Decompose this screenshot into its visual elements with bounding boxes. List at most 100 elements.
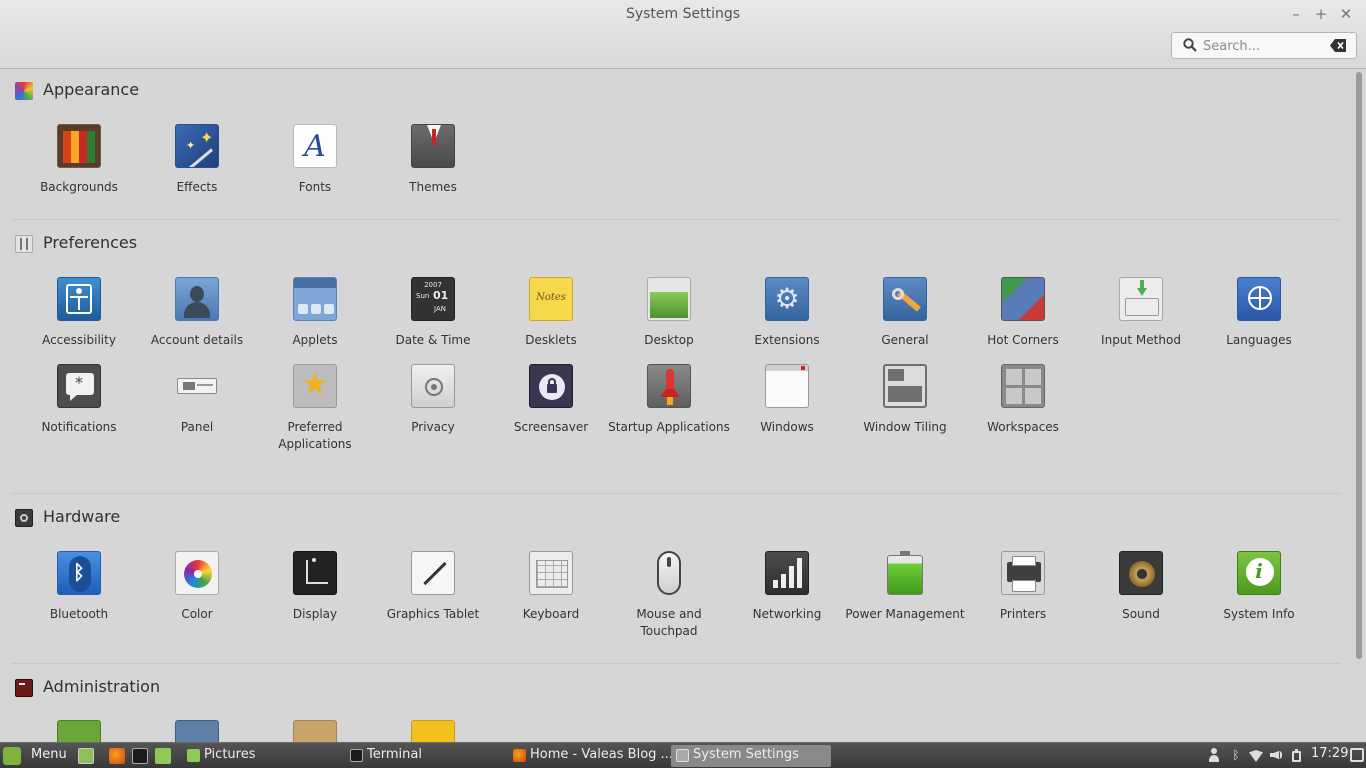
show-desktop-icon[interactable]	[78, 748, 94, 764]
settings-item-label: Windows	[760, 420, 814, 434]
window-tiling-icon	[883, 364, 927, 408]
driver-manager-icon	[57, 720, 101, 742]
settings-item-label: Input Method	[1101, 333, 1181, 347]
windows-icon	[765, 364, 809, 408]
general-icon	[883, 277, 927, 321]
section-divider	[11, 663, 1341, 664]
settings-item-label: Color	[181, 607, 213, 621]
title-bar[interactable]: System Settings – + ✕	[0, 0, 1366, 69]
search-input[interactable]	[1203, 37, 1323, 55]
bluetooth-icon: ᛒ	[57, 551, 101, 595]
task-firefox[interactable]: Home - Valeas Blog ...	[508, 745, 673, 767]
section-title: Preferences	[43, 233, 138, 252]
desktop-icon	[647, 277, 691, 321]
settings-item-label: Fonts	[298, 180, 332, 194]
extensions-icon: ⚙	[765, 277, 809, 321]
section-divider	[11, 219, 1341, 220]
settings-item-label: Workspaces	[987, 420, 1059, 434]
battery-icon[interactable]	[1290, 748, 1304, 762]
date-month: JAN	[434, 305, 446, 313]
account-details-icon	[175, 277, 219, 321]
settings-item-label: Backgrounds	[40, 180, 118, 194]
settings-item-label: Date & Time	[395, 333, 471, 347]
search-box[interactable]	[1171, 32, 1357, 59]
settings-icon	[676, 749, 689, 762]
window-title: System Settings	[625, 6, 741, 22]
firefox-icon[interactable]	[109, 748, 125, 764]
clock[interactable]: 17:29	[1311, 746, 1348, 761]
privacy-icon	[411, 364, 455, 408]
scrollbar[interactable]	[1353, 70, 1366, 742]
notifications-icon: *	[57, 364, 101, 408]
settings-item-label: Hot Corners	[987, 333, 1059, 347]
settings-item-label: Panel	[180, 420, 214, 434]
date-day: Sun	[416, 292, 430, 300]
fonts-icon: A	[293, 124, 337, 168]
users-groups-icon	[411, 720, 455, 742]
maximize-button[interactable]: +	[1311, 4, 1331, 24]
task-terminal[interactable]: Terminal	[345, 745, 505, 767]
display-icon	[293, 551, 337, 595]
notifications-tray-icon[interactable]	[1350, 748, 1364, 762]
settings-item-label: Accessibility	[42, 333, 116, 347]
volume-icon[interactable]	[1269, 748, 1283, 762]
settings-item-label: Applets	[292, 333, 338, 347]
startup-applications-icon	[647, 364, 691, 408]
appearance-icon	[15, 82, 33, 100]
screensaver-icon	[529, 364, 573, 408]
software-sources-icon	[293, 720, 337, 742]
section-title: Appearance	[43, 80, 140, 99]
terminal-icon[interactable]	[132, 748, 148, 764]
close-button[interactable]: ✕	[1336, 4, 1356, 24]
section-title: Administration	[43, 677, 161, 696]
desklets-note: Notes	[536, 292, 566, 303]
settings-item-label: Power Management	[845, 607, 965, 621]
task-label: Home - Valeas Blog ...	[530, 747, 673, 762]
date-year: 2007	[424, 281, 442, 289]
bluetooth-icon[interactable]: ᛒ	[1229, 748, 1243, 762]
settings-item-label: Graphics Tablet	[386, 607, 480, 621]
minimize-button[interactable]: –	[1286, 4, 1306, 24]
files-icon[interactable]	[155, 748, 171, 764]
themes-icon	[411, 124, 455, 168]
settings-item-label: Networking	[752, 607, 822, 621]
settings-item-label: System Info	[1223, 607, 1295, 621]
search-icon	[1183, 38, 1197, 52]
scrollbar-thumb[interactable]	[1356, 72, 1362, 659]
preferred-applications-icon: ★	[293, 364, 337, 408]
preferences-icon	[15, 235, 33, 253]
settings-item-label: Effects	[176, 180, 218, 194]
graphics-tablet-icon	[411, 551, 455, 595]
mouse-icon	[647, 551, 691, 595]
input-method-icon	[1119, 277, 1163, 321]
task-label: System Settings	[693, 747, 799, 762]
settings-item-label: General	[881, 333, 929, 347]
settings-content: Appearance Backgrounds ✦ ✦ Effects A Fon…	[0, 70, 1352, 742]
mint-menu-icon	[3, 747, 21, 765]
task-pictures[interactable]: Pictures	[182, 745, 342, 767]
task-label: Pictures	[204, 747, 256, 762]
settings-item-label: Keyboard	[522, 607, 580, 621]
color-icon	[175, 551, 219, 595]
settings-item-label: Extensions	[754, 333, 820, 347]
wifi-icon[interactable]	[1249, 748, 1263, 762]
effects-icon: ✦ ✦	[175, 124, 219, 168]
keyboard-icon	[529, 551, 573, 595]
menu-label: Menu	[31, 747, 67, 762]
terminal-icon	[350, 749, 363, 762]
accessibility-icon	[57, 277, 101, 321]
settings-item-label: Desklets	[525, 333, 577, 347]
settings-item-label: Languages	[1226, 333, 1292, 347]
networking-icon	[765, 551, 809, 595]
task-label: Terminal	[367, 747, 422, 762]
clear-search-icon[interactable]	[1330, 39, 1346, 52]
task-system-settings[interactable]: System Settings	[671, 745, 831, 767]
administration-icon	[15, 679, 33, 697]
desklets-icon: Notes	[529, 277, 573, 321]
section-divider	[11, 493, 1341, 494]
system-settings-window: System Settings – + ✕ Appearance	[0, 0, 1366, 742]
settings-item-label: Themes	[409, 180, 457, 194]
folder-icon	[187, 749, 200, 762]
speaker-icon	[1119, 551, 1163, 595]
user-icon[interactable]	[1207, 748, 1221, 762]
